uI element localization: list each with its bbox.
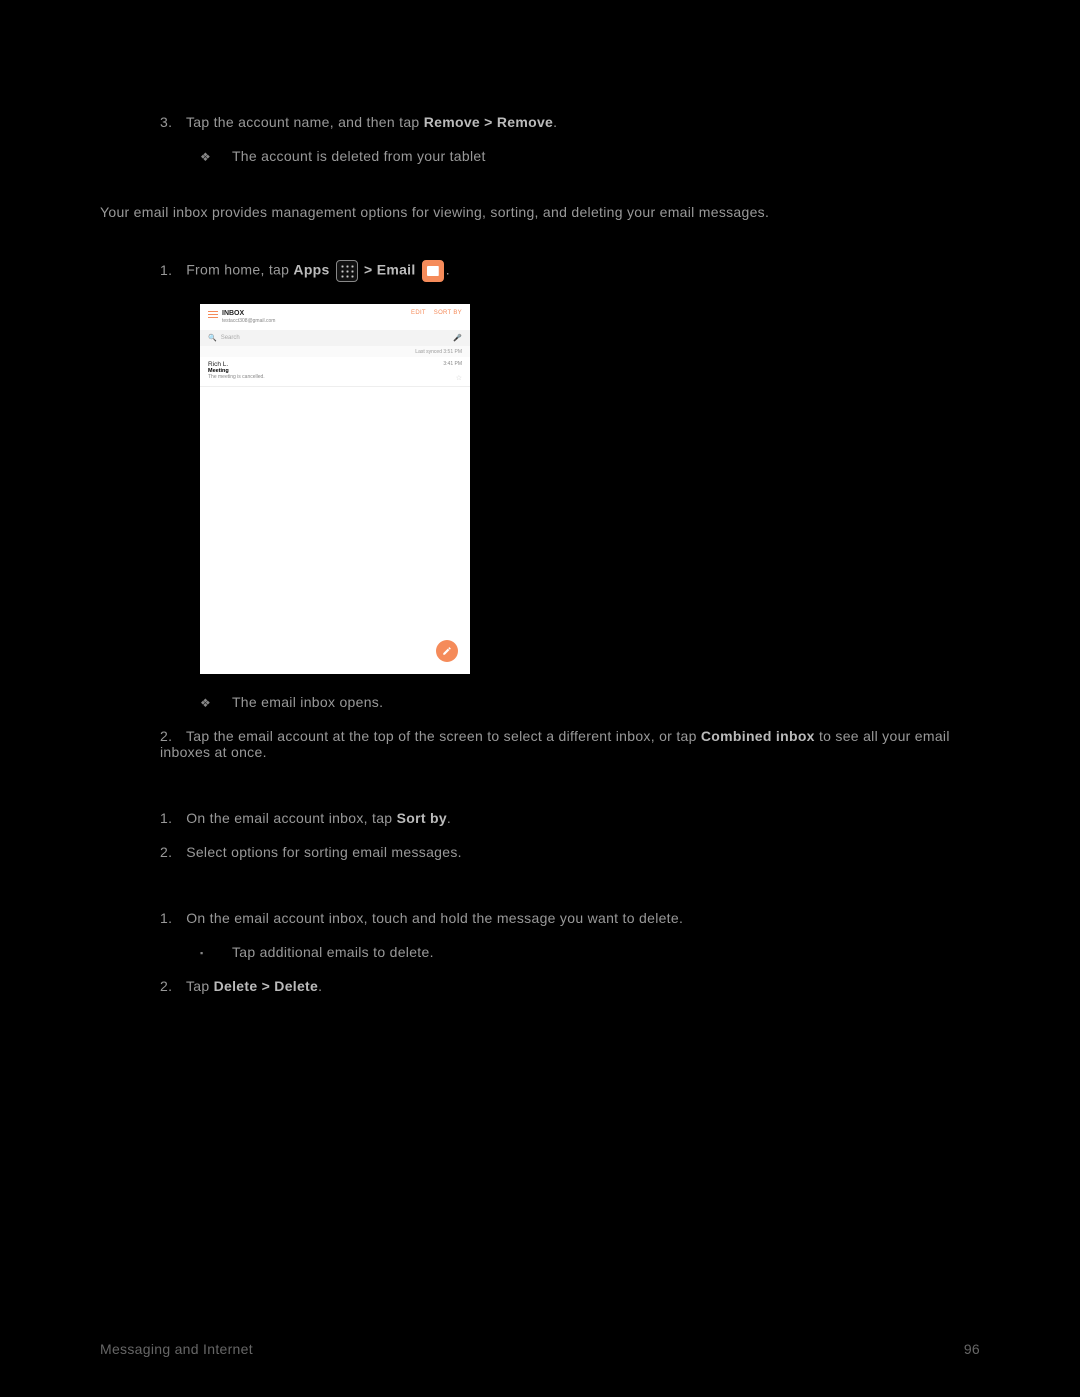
square-bullet-icon: ▪ <box>200 948 228 958</box>
sort-step-1: 1. On the email account inbox, tap Sort … <box>160 810 980 826</box>
step-number: 1. <box>160 910 182 926</box>
bold-text: Remove > Remove <box>424 114 553 130</box>
search-placeholder: Search <box>221 335 240 341</box>
text: Tap additional emails to delete. <box>232 944 434 960</box>
menu-icon[interactable] <box>208 311 218 319</box>
footer-section: Messaging and Internet <box>100 1341 253 1357</box>
text: From home, tap <box>186 262 293 278</box>
text: The email inbox opens. <box>232 694 383 710</box>
text: The account is deleted from your tablet <box>232 148 486 164</box>
inbox-title: INBOX <box>222 310 275 317</box>
bold-text: Sort by <box>397 810 447 826</box>
search-row[interactable]: 🔍 Search 🎤 <box>200 330 470 346</box>
separator: > <box>364 262 377 278</box>
text: Tap the account name, and then tap <box>186 114 424 130</box>
delete-step-1: 1. On the email account inbox, touch and… <box>160 910 980 926</box>
compose-icon <box>442 646 452 656</box>
email-time: 3:41 PM <box>443 361 462 367</box>
email-inbox-screenshot: INBOX testacct308@gmail.com EDIT SORT BY… <box>200 304 470 674</box>
email-preview: The meeting is cancelled. <box>208 374 462 380</box>
diamond-bullet-icon: ❖ <box>200 150 228 164</box>
footer-page-number: 96 <box>964 1341 980 1357</box>
text: Tap the email account at the top of the … <box>186 728 701 744</box>
bold-text: Delete > Delete <box>214 978 319 994</box>
result-line: ❖ The email inbox opens. <box>200 694 980 710</box>
apps-icon <box>336 260 358 282</box>
step-number: 3. <box>160 114 182 130</box>
text: . <box>553 114 557 130</box>
text: Select options for sorting email message… <box>186 844 462 860</box>
step-3: 3. Tap the account name, and then tap Re… <box>160 114 980 130</box>
step-number: 1. <box>160 810 182 826</box>
sort-step-2: 2. Select options for sorting email mess… <box>160 844 980 860</box>
email-list-item[interactable]: Rich L. Meeting The meeting is cancelled… <box>200 357 470 387</box>
page-footer: Messaging and Internet 96 <box>100 1341 980 1357</box>
step-number: 1. <box>160 262 182 278</box>
step-number: 2. <box>160 728 182 744</box>
email-icon <box>422 260 444 282</box>
section-intro: Your email inbox provides management opt… <box>100 204 980 220</box>
sortby-button[interactable]: SORT BY <box>434 310 462 316</box>
text: On the email account inbox, touch and ho… <box>186 910 683 926</box>
step-number: 2. <box>160 978 182 994</box>
text: Tap <box>186 978 214 994</box>
result-line: ❖ The account is deleted from your table… <box>200 148 980 164</box>
account-label[interactable]: testacct308@gmail.com <box>222 318 275 324</box>
open-inbox-step-1: 1. From home, tap Apps > Email . <box>160 260 980 282</box>
inbox-actions: EDIT SORT BY <box>405 310 462 316</box>
search-icon: 🔍 <box>208 334 217 342</box>
compose-fab[interactable] <box>436 640 458 662</box>
bold-text: Combined inbox <box>701 728 815 744</box>
bold-apps: Apps <box>293 262 329 278</box>
text: . <box>318 978 322 994</box>
diamond-bullet-icon: ❖ <box>200 696 228 710</box>
last-sync-label: Last synced 3:51 PM <box>200 346 470 357</box>
step-number: 2. <box>160 844 182 860</box>
edit-button[interactable]: EDIT <box>411 310 426 316</box>
bold-email: Email <box>377 262 416 278</box>
delete-step-2: 2. Tap Delete > Delete. <box>160 978 980 994</box>
star-icon[interactable]: ☆ <box>456 374 462 382</box>
text: . <box>446 262 450 278</box>
text: . <box>447 810 451 826</box>
email-from: Rich L. <box>208 361 462 368</box>
open-inbox-step-2: 2. Tap the email account at the top of t… <box>160 728 980 760</box>
text: On the email account inbox, tap <box>186 810 396 826</box>
delete-substep: ▪ Tap additional emails to delete. <box>200 944 980 960</box>
mic-icon[interactable]: 🎤 <box>453 334 462 342</box>
